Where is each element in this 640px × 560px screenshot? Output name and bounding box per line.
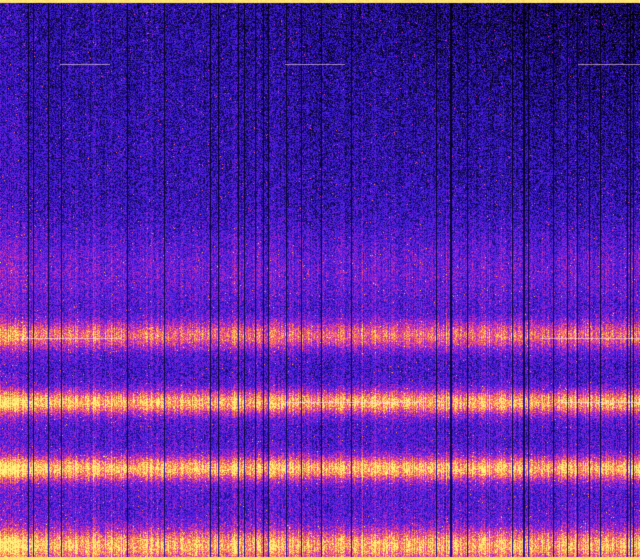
spectrogram-frame bbox=[0, 0, 640, 560]
spectrogram-image bbox=[0, 0, 640, 560]
